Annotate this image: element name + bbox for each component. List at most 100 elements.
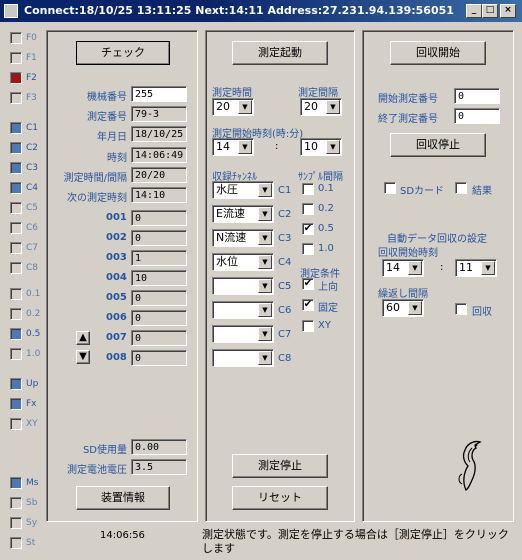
collect-checkbox[interactable] [455,303,467,315]
sidebar-checkbox-st[interactable] [10,537,22,549]
sidebar-checkbox-c2[interactable] [10,142,22,154]
sidebar-checkbox-c6[interactable] [10,222,22,234]
record-channel-select[interactable]: ▼ [212,301,274,319]
bird-logo-icon [458,440,482,491]
record-channel-select[interactable]: 水位 ▼ [212,253,274,271]
sidebar-checkbox-ms[interactable] [10,477,22,489]
measure-condition-checkbox[interactable]: ✔ [302,299,314,311]
measure-interval-select[interactable]: 20 ▼ [300,98,342,116]
collect-start-button[interactable]: 回収開始 [390,41,486,65]
device-info-button[interactable]: 装置情報 [76,486,170,510]
sample-interval-checkbox[interactable] [302,243,314,255]
sd-card-label: SDカード [400,186,445,197]
sidebar-checkbox-f3[interactable] [10,92,22,104]
sidebar-label: 0.2 [26,309,41,319]
measure-condition-label: 上向 [318,282,338,293]
sidebar-label: C1 [26,123,39,133]
measure-condition-checkbox[interactable]: ✔ [302,278,314,290]
interval-label: 測定時間/間隔 [63,173,127,184]
start-minute-select[interactable]: 10 ▼ [300,138,342,156]
record-channel-select[interactable]: ▼ [212,349,274,367]
sidebar-checkbox-sb[interactable] [10,497,22,509]
sidebar-checkbox-c8[interactable] [10,262,22,274]
sidebar-checkbox-f0[interactable] [10,32,22,44]
chevron-down-icon: ▼ [258,303,272,317]
sidebar-label: C3 [26,163,39,173]
next-time-label: 次の測定時刻 [67,193,127,204]
record-channel-select[interactable]: E流速 ▼ [212,205,274,223]
sd-card-checkbox[interactable] [384,182,396,194]
sidebar-checkbox-0-5[interactable] [10,328,22,340]
chevron-down-icon: ▼ [258,255,272,269]
collect-hour-select[interactable]: 14 ▼ [382,259,424,277]
measure-stop-button[interactable]: 測定停止 [232,454,328,478]
sidebar-checkbox-c7[interactable] [10,242,22,254]
sidebar-checkbox-xy[interactable] [10,418,22,430]
sidebar-checkbox-up[interactable] [10,378,22,390]
record-channel-select[interactable]: 水圧 ▼ [212,181,274,199]
record-channel-value: 水位 [216,255,238,268]
record-channel-select[interactable]: ▼ [212,277,274,295]
channel-number: 008 [106,352,127,363]
channel-number: 004 [106,272,127,283]
sidebar-label: C5 [26,203,39,213]
repeat-interval-select[interactable]: 60 ▼ [382,299,424,317]
sidebar-label: Ms [26,478,39,488]
sidebar-checkbox-fx[interactable] [10,398,22,410]
collect-time-label: 回収開始時刻 [378,248,438,259]
reset-button[interactable]: リセット [232,486,328,510]
start-no-label: 開始測定番号 [378,94,438,105]
sidebar-checkbox-f2[interactable] [10,72,22,84]
sample-interval-checkbox[interactable]: ✔ [302,223,314,235]
sidebar-checkbox-c3[interactable] [10,162,22,174]
next-time-field: 14:10 [131,187,187,203]
time-label: 時刻 [107,153,127,164]
start-hour-select[interactable]: 14 ▼ [212,138,254,156]
check-button[interactable]: チェック [76,41,170,65]
sidebar-checkbox-0-2[interactable] [10,308,22,320]
sidebar-checkbox-c4[interactable] [10,182,22,194]
record-channel-select[interactable]: ▼ [212,325,274,343]
result-checkbox[interactable] [455,182,467,194]
record-channel-label: C5 [278,281,292,292]
sidebar-checkbox-c5[interactable] [10,202,22,214]
machine-no-input[interactable]: 255 [131,86,187,102]
sidebar-label: Up [26,379,39,389]
end-no-label: 終了測定番号 [378,114,438,125]
measure-condition-checkbox[interactable] [302,320,314,332]
sidebar-checkbox-f1[interactable] [10,52,22,64]
sample-interval-checkbox[interactable] [302,183,314,195]
record-channel-value: E流速 [216,207,245,220]
record-channel-value: 水圧 [216,183,238,196]
sample-interval-label: 0.1 [318,183,334,194]
sample-interval-label: 1.0 [318,243,334,254]
sidebar-checkbox-sy[interactable] [10,517,22,529]
sample-interval-checkbox[interactable] [302,203,314,215]
chevron-down-icon: ▼ [481,261,495,275]
measure-time-select[interactable]: 20 ▼ [212,98,254,116]
measure-start-button[interactable]: 測定起動 [232,41,328,65]
sidebar-label: Sy [26,518,38,528]
sample-interval-label: 0.2 [318,203,334,214]
sidebar-label: XY [26,419,38,429]
collect-stop-button[interactable]: 回収停止 [390,133,486,157]
down-arrow-button[interactable]: ▼ [76,350,90,364]
auto-collect-label: 自動データ回収の設定 [387,234,487,245]
result-label: 結果 [472,186,492,197]
chevron-down-icon: ▼ [326,140,340,154]
up-arrow-button[interactable]: ▲ [76,331,90,345]
end-no-input[interactable]: 0 [454,108,500,124]
maximize-button[interactable]: □ [482,4,498,18]
minimize-button[interactable]: _ [466,4,482,18]
record-channel-label: C3 [278,233,292,244]
sidebar-checkbox-0-1[interactable] [10,288,22,300]
sidebar-checkbox-c1[interactable] [10,122,22,134]
collect-minute-select[interactable]: 11 ▼ [455,259,497,277]
start-no-input[interactable]: 0 [454,88,500,104]
record-channel-select[interactable]: N流速 ▼ [212,229,274,247]
sidebar-checkbox-1-0[interactable] [10,348,22,360]
record-channel-label: C2 [278,209,292,220]
chevron-down-icon: ▼ [258,207,272,221]
close-button[interactable]: × [500,4,516,18]
measure-time-label: 測定時間 [212,88,252,99]
